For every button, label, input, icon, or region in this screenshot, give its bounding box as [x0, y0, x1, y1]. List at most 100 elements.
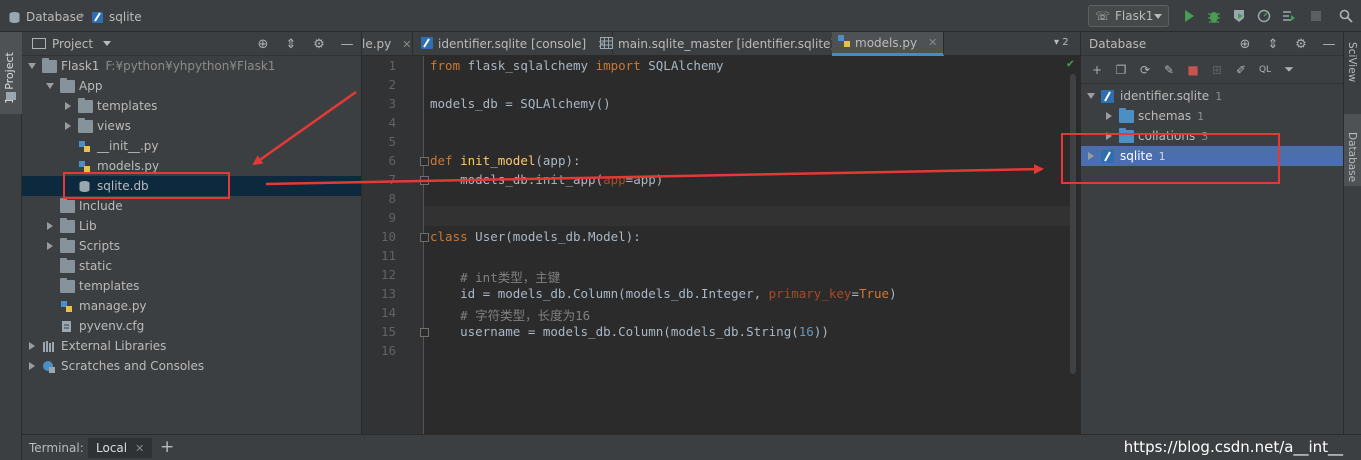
vertical-scrollbar[interactable]: [1070, 74, 1076, 374]
database-toolbar: + ❐ ⟳ ✎ ■ ⊞ ✐ QL ⏷: [1081, 56, 1343, 84]
folder-icon: [60, 197, 75, 213]
terminal-tab-local[interactable]: Local ✕: [88, 438, 153, 458]
run-with-coverage-button[interactable]: [1231, 8, 1247, 24]
table-editor-icon[interactable]: ⊞: [1209, 62, 1225, 78]
tree-item-init-py[interactable]: __init__.py: [22, 136, 361, 156]
sciview-tool-tab[interactable]: SciView: [1344, 32, 1361, 102]
edit-source-icon[interactable]: ✐: [1233, 62, 1249, 78]
run-button[interactable]: [1181, 8, 1197, 24]
collapse-all-icon[interactable]: ⇕: [1265, 36, 1281, 52]
gear-icon[interactable]: ⚙: [311, 36, 327, 52]
fold-marker-icon[interactable]: [420, 233, 429, 242]
tab-label: main.sqlite_master [identifier.sqlite]: [618, 37, 836, 51]
console-icon[interactable]: QL: [1257, 62, 1273, 78]
db-tree-item-sqlite[interactable]: sqlite 1: [1081, 146, 1343, 166]
fold-marker-icon[interactable]: [420, 328, 429, 337]
refresh-icon[interactable]: ⟳: [1137, 62, 1153, 78]
project-folder-icon: [32, 38, 46, 49]
gear-icon[interactable]: ⚙: [1293, 36, 1309, 52]
folder-icon: [78, 97, 93, 113]
line-number: 10: [380, 229, 396, 244]
locate-icon[interactable]: ⊕: [1237, 36, 1253, 52]
code-editor[interactable]: 1 2 3 4 5 6 7 8 9 10 11 12 13 14 15 16 f…: [362, 56, 1080, 434]
filter-icon[interactable]: ⏷: [1281, 62, 1297, 78]
edit-properties-icon[interactable]: ✎: [1161, 62, 1177, 78]
tree-item-label: schemas: [1138, 109, 1192, 123]
tree-item-manage-py[interactable]: manage.py: [22, 296, 361, 316]
db-tree-item-collations[interactable]: collations 3: [1081, 126, 1343, 146]
breadcrumb-separator: ›: [80, 8, 85, 22]
close-icon[interactable]: ✕: [135, 442, 144, 455]
code-line-6: def init_model(app):: [430, 153, 581, 168]
folder-icon: [1119, 127, 1134, 143]
sqlite-datasource-icon: [1101, 89, 1114, 103]
tree-item-pyvenv-cfg[interactable]: pyvenv.cfg: [22, 316, 361, 336]
database-tool-tab[interactable]: Database: [1344, 114, 1361, 186]
run-concurrency-button[interactable]: [1281, 8, 1297, 24]
collapsed-arrow-icon: [44, 220, 56, 232]
breadcrumb-database[interactable]: Database: [8, 9, 83, 25]
fold-marker-icon[interactable]: [420, 176, 429, 185]
project-view-selector[interactable]: Project: [32, 36, 112, 51]
python-file-icon: [60, 300, 75, 313]
fold-marker-icon[interactable]: [420, 157, 429, 166]
line-number: 2: [388, 77, 396, 92]
tree-item-scratches[interactable]: Scratches and Consoles: [22, 356, 361, 376]
db-tree-item-schemas[interactable]: schemas 1: [1081, 106, 1343, 126]
tree-item-external-libraries[interactable]: External Libraries: [22, 336, 361, 356]
tab-sqlite-master[interactable]: main.sqlite_master [identifier.sqlite] ✕: [594, 32, 863, 56]
stop-button[interactable]: [1308, 8, 1324, 24]
tree-item-views[interactable]: views: [22, 116, 361, 136]
tree-item-include[interactable]: Include: [22, 196, 361, 216]
code-line-10: class User(models_db.Model):: [430, 229, 641, 244]
scratches-icon: [42, 360, 57, 373]
project-panel: Project ⊕ ⇕ ⚙ — Flask1 F:¥python¥yhpytho…: [22, 32, 362, 434]
tree-item-label: Lib: [79, 219, 97, 233]
debug-button[interactable]: [1206, 8, 1222, 24]
line-number: 11: [380, 248, 396, 263]
tree-item-app[interactable]: App: [22, 76, 361, 96]
locate-icon[interactable]: ⊕: [255, 36, 271, 52]
folder-icon: [1119, 107, 1134, 123]
hide-icon[interactable]: —: [339, 36, 355, 52]
duplicate-icon[interactable]: ❐: [1113, 62, 1129, 78]
folder-icon: [60, 77, 75, 93]
project-panel-title: Project: [52, 36, 94, 51]
tree-item-templates[interactable]: templates: [22, 96, 361, 116]
hide-icon[interactable]: —: [1321, 36, 1337, 52]
project-tool-tab[interactable]: 1: Project: [0, 32, 22, 114]
coverage-icon: [1234, 10, 1244, 22]
tree-item-label: identifier.sqlite: [1120, 89, 1210, 103]
tabs-overflow-button[interactable]: ▾ 2: [1054, 37, 1069, 48]
profile-button[interactable]: [1256, 8, 1272, 24]
tree-item-static[interactable]: static: [22, 256, 361, 276]
close-icon[interactable]: ✕: [402, 38, 411, 51]
new-terminal-icon[interactable]: +: [160, 437, 174, 457]
stop-icon[interactable]: ■: [1185, 62, 1201, 78]
tree-item-label: Scratches and Consoles: [61, 359, 205, 373]
run-configuration-dropdown[interactable]: ☏ Flask1: [1088, 5, 1169, 27]
tree-item-scripts[interactable]: Scripts: [22, 236, 361, 256]
tab-identifier-console[interactable]: identifier.sqlite [console] ✕: [415, 32, 614, 56]
collapse-all-icon[interactable]: ⇕: [283, 36, 299, 52]
tab-le-py[interactable]: le.py ✕: [362, 32, 413, 56]
line-number: 12: [380, 267, 396, 282]
tree-item-sqlite-db[interactable]: sqlite.db: [22, 176, 361, 196]
db-tree-item-identifier[interactable]: identifier.sqlite 1: [1081, 86, 1343, 106]
tree-item-models-py[interactable]: models.py: [22, 156, 361, 176]
line-number: 9: [388, 210, 396, 225]
line-number: 13: [380, 286, 396, 301]
run-icon: [1185, 10, 1194, 22]
search-everywhere-button[interactable]: [1338, 8, 1354, 24]
breadcrumb-sqlite[interactable]: sqlite: [91, 9, 142, 25]
close-icon[interactable]: ✕: [928, 36, 937, 49]
database-panel-header: Database ⊕ ⇕ ⚙ —: [1081, 32, 1343, 56]
tree-item-flask1[interactable]: Flask1 F:¥python¥yhpython¥Flask1: [22, 56, 361, 76]
add-icon[interactable]: +: [1089, 62, 1105, 78]
breadcrumb-sqlite-label: sqlite: [109, 10, 142, 24]
tab-models-py[interactable]: models.py ✕: [832, 32, 945, 56]
tree-item-templates-root[interactable]: templates: [22, 276, 361, 296]
tree-item-lib[interactable]: Lib: [22, 216, 361, 236]
collapsed-arrow-icon: [62, 120, 74, 132]
line-number: 16: [380, 343, 396, 358]
